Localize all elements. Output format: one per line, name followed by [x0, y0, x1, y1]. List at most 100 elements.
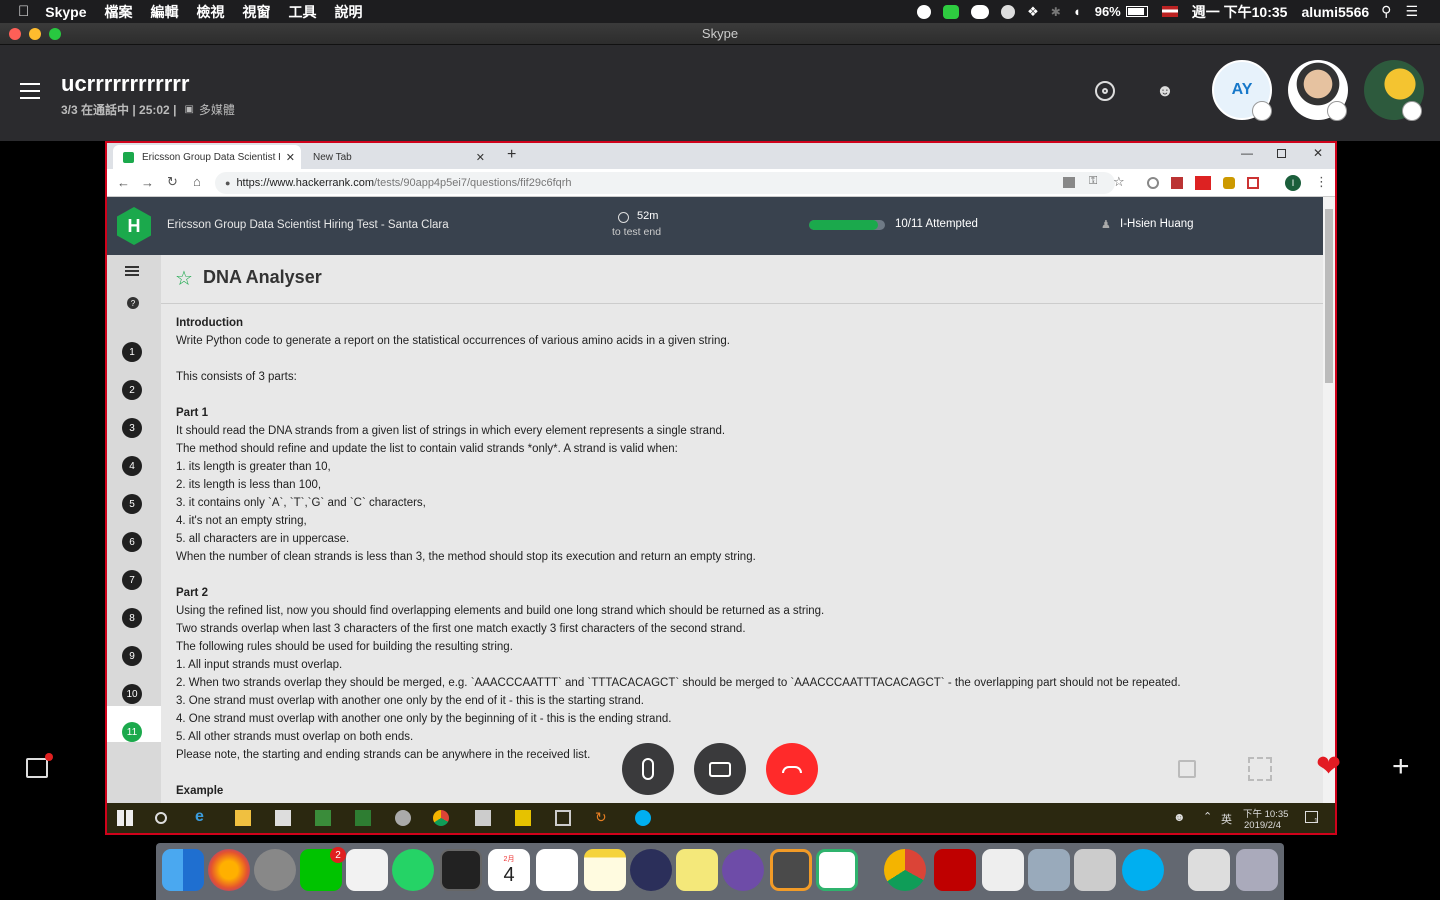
- add-plus-icon[interactable]: +: [1392, 752, 1410, 782]
- windows-start-icon[interactable]: [117, 810, 133, 826]
- minimize-browser-icon[interactable]: —: [1241, 146, 1253, 160]
- slack-style-icon[interactable]: [816, 849, 858, 891]
- question-7-button[interactable]: 7: [122, 570, 142, 590]
- question-list-icon[interactable]: [125, 266, 139, 276]
- people-icon[interactable]: ☻: [1173, 810, 1186, 824]
- reload-icon[interactable]: ↻: [167, 174, 178, 190]
- menu-help[interactable]: 說明: [335, 2, 363, 22]
- add-person-icon[interactable]: ☻: [1156, 81, 1176, 101]
- wifi-icon[interactable]: ◖: [1073, 4, 1081, 19]
- question-5-button[interactable]: 5: [122, 494, 142, 514]
- launchpad-icon[interactable]: [254, 849, 296, 891]
- question-3-button[interactable]: 3: [122, 418, 142, 438]
- forward-arrow-icon[interactable]: →: [141, 175, 154, 190]
- translate-icon[interactable]: [1063, 177, 1075, 188]
- dropbox-icon[interactable]: ❖: [1027, 4, 1039, 20]
- question-1-button[interactable]: 1: [122, 342, 142, 362]
- search-icon[interactable]: [155, 812, 167, 824]
- sync-icon[interactable]: ↻: [595, 809, 611, 825]
- switch-view-icon[interactable]: [1178, 760, 1196, 778]
- sublime-text-icon[interactable]: [770, 849, 812, 891]
- close-window-button[interactable]: [9, 28, 21, 40]
- hackerrank-logo[interactable]: H: [117, 207, 151, 245]
- menu-file[interactable]: 檔案: [105, 2, 133, 22]
- home-icon[interactable]: ⌂: [193, 174, 201, 189]
- spotlight-search-icon[interactable]: ⚲: [1381, 3, 1391, 20]
- extension-icon-4[interactable]: [1223, 177, 1235, 189]
- filezilla-icon[interactable]: [934, 849, 976, 891]
- documents-stack-icon[interactable]: [1188, 849, 1230, 891]
- app-icon-green[interactable]: [315, 810, 331, 826]
- question-11-button[interactable]: 11: [122, 722, 142, 742]
- close-browser-icon[interactable]: ✕: [1313, 146, 1323, 160]
- calendar-dock-icon[interactable]: 2月 4: [488, 849, 530, 891]
- chat-bubble-status-icon[interactable]: [1001, 4, 1016, 19]
- extension-icon-2[interactable]: [1171, 177, 1183, 189]
- paint-icon[interactable]: [395, 810, 411, 826]
- heart-react-icon[interactable]: ❤: [1316, 752, 1341, 782]
- url-bar[interactable]: ● https://www.hackerrank.com /tests/90ap…: [215, 172, 1115, 194]
- wechat-icon[interactable]: [346, 849, 388, 891]
- question-9-button[interactable]: 9: [122, 646, 142, 666]
- skype-status-icon[interactable]: [917, 4, 932, 19]
- bookmark-star-icon[interactable]: ☆: [1113, 174, 1125, 190]
- zoom-window-button[interactable]: [49, 28, 61, 40]
- menu-app-name[interactable]: Skype: [45, 4, 86, 20]
- extension-icon-5[interactable]: [1247, 177, 1259, 189]
- preview-icon[interactable]: [1028, 849, 1070, 891]
- trash-icon[interactable]: [1236, 849, 1278, 891]
- tab-hackerrank[interactable]: Ericsson Group Data Scientist H ✕: [113, 145, 301, 169]
- store-icon[interactable]: [275, 810, 291, 826]
- question-8-button[interactable]: 8: [122, 608, 142, 628]
- whatsapp-icon[interactable]: [392, 849, 434, 891]
- hamburger-menu-icon[interactable]: [20, 83, 40, 99]
- close-tab-icon-2[interactable]: ✕: [476, 151, 485, 164]
- extension-icon-1[interactable]: [1147, 177, 1159, 189]
- menubar-clock[interactable]: 週一 下午10:35: [1192, 2, 1288, 22]
- mute-mic-button[interactable]: [622, 743, 674, 795]
- stickies-icon[interactable]: [676, 849, 718, 891]
- notification-center-icon[interactable]: ☰: [1405, 3, 1418, 20]
- question-4-button[interactable]: 4: [122, 456, 142, 476]
- bluetooth-icon[interactable]: ✱: [1051, 5, 1061, 19]
- question-2-button[interactable]: 2: [122, 380, 142, 400]
- github-icon[interactable]: [722, 849, 764, 891]
- sticky-notes-icon[interactable]: [515, 810, 531, 826]
- finder-icon[interactable]: [162, 849, 204, 891]
- wechat-status-icon[interactable]: [971, 4, 990, 19]
- mail-icon[interactable]: [475, 810, 491, 826]
- chat-icon[interactable]: [26, 758, 48, 778]
- new-tab-plus-icon[interactable]: +: [507, 146, 516, 164]
- candidate-name[interactable]: I-Hsien Huang: [1120, 218, 1194, 230]
- calendar-icon[interactable]: [555, 810, 571, 826]
- skype-dock-icon[interactable]: [1122, 849, 1164, 891]
- edge-icon[interactable]: e: [195, 808, 211, 825]
- browser-menu-icon[interactable]: ⋮: [1315, 174, 1328, 190]
- call-title[interactable]: ucrrrrrrrrrrrr: [61, 71, 189, 97]
- key-icon[interactable]: ⚿: [1089, 175, 1097, 188]
- apple-icon[interactable]: : [18, 3, 29, 20]
- help-icon[interactable]: ?: [127, 297, 139, 309]
- favorite-star-icon[interactable]: ☆: [175, 266, 193, 291]
- end-call-button[interactable]: [766, 743, 818, 795]
- video-toggle-button[interactable]: [694, 743, 746, 795]
- close-tab-icon[interactable]: ✕: [286, 151, 295, 164]
- settings-gear-icon[interactable]: [1095, 81, 1115, 101]
- tab-new-tab[interactable]: New Tab ✕: [303, 145, 491, 169]
- terminal-icon[interactable]: [440, 849, 482, 891]
- menu-tools[interactable]: 工具: [289, 2, 317, 22]
- line-status-icon[interactable]: [943, 4, 960, 19]
- scrollbar-thumb[interactable]: [1325, 209, 1333, 383]
- input-flag-icon[interactable]: [1161, 6, 1178, 17]
- chrome-dock-icon[interactable]: [884, 849, 926, 891]
- question-10-button[interactable]: 10: [122, 684, 142, 704]
- taskbar-date[interactable]: 2019/2/4: [1244, 820, 1281, 831]
- reminders-icon[interactable]: [536, 849, 578, 891]
- ime-indicator[interactable]: 英: [1221, 811, 1232, 827]
- chrome-taskbar-icon[interactable]: [433, 810, 449, 826]
- menu-view[interactable]: 檢視: [197, 2, 225, 22]
- menu-edit[interactable]: 編輯: [151, 2, 179, 22]
- taskbar-time[interactable]: 下午 10:35: [1243, 806, 1288, 820]
- skype-taskbar-icon[interactable]: [635, 810, 651, 826]
- firefox-icon[interactable]: [208, 849, 250, 891]
